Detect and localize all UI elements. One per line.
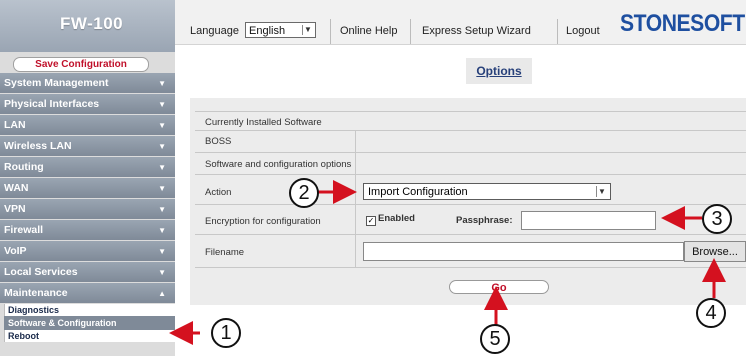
sidebar-item-label: Routing (4, 161, 44, 173)
section-title: Currently Installed Software (205, 117, 322, 128)
chevron-down-icon: ▼ (158, 226, 166, 235)
action-label: Action (205, 187, 232, 198)
divider (195, 267, 746, 268)
sidebar-item-system-management[interactable]: System Management ▼ (0, 73, 175, 93)
encryption-label: Encryption for configuration (205, 216, 321, 227)
tab-options[interactable]: Options (466, 58, 532, 84)
callout-3: 3 (702, 204, 732, 234)
chevron-down-icon: ▼ (158, 100, 166, 109)
chevron-down-icon: ▼ (158, 142, 166, 151)
sidebar-item-label: WAN (4, 182, 29, 194)
sidebar-item-voip[interactable]: VoIP ▼ (0, 241, 175, 261)
divider (195, 234, 746, 235)
passphrase-label: Passphrase: (456, 215, 513, 226)
divider (195, 204, 746, 205)
callout-1: 1 (211, 318, 241, 348)
sidebar-subitem-reboot[interactable]: Reboot (4, 330, 175, 342)
sidebar-item-firewall[interactable]: Firewall ▼ (0, 220, 175, 240)
chevron-down-icon: ▼ (596, 186, 607, 197)
sidebar-subitem-diagnostics[interactable]: Diagnostics (4, 304, 175, 316)
action-value: Import Configuration (368, 186, 468, 198)
encryption-enabled-checkbox[interactable]: ✓ (366, 216, 376, 226)
sidebar-menu: System Management ▼ Physical Interfaces ▼ … (0, 73, 175, 342)
sidebar-item-label: VPN (4, 203, 26, 215)
product-name: FW-100 (60, 14, 124, 33)
language-select[interactable]: English ▼ (245, 22, 316, 38)
sidebar-item-physical-interfaces[interactable]: Physical Interfaces ▼ (0, 94, 175, 114)
sidebar-item-label: Wireless LAN (4, 140, 72, 152)
enabled-label: Enabled (378, 213, 415, 224)
filename-label: Filename (205, 247, 245, 258)
passphrase-input[interactable] (521, 211, 656, 230)
chevron-down-icon: ▼ (158, 163, 166, 172)
section-title: Software and configuration options (205, 159, 352, 170)
chevron-down-icon: ▼ (158, 247, 166, 256)
divider (410, 19, 411, 44)
divider (195, 130, 746, 131)
chevron-down-icon: ▼ (158, 205, 166, 214)
chevron-down-icon: ▼ (158, 184, 166, 193)
sidebar-item-vpn[interactable]: VPN ▼ (0, 199, 175, 219)
stonesoft-logo: STONESOFT (620, 10, 745, 37)
language-value: English (249, 25, 286, 37)
sidebar: FW-100 Save Configuration System Managem… (0, 0, 175, 356)
sidebar-item-routing[interactable]: Routing ▼ (0, 157, 175, 177)
language-label: Language (190, 25, 239, 37)
sidebar-item-wan[interactable]: WAN ▼ (0, 178, 175, 198)
sidebar-item-lan[interactable]: LAN ▼ (0, 115, 175, 135)
divider (557, 19, 558, 44)
express-setup-wizard-link[interactable]: Express Setup Wizard (422, 22, 531, 40)
sidebar-item-label: Firewall (4, 224, 44, 236)
sidebar-item-label: Physical Interfaces (4, 98, 100, 110)
sidebar-item-label: LAN (4, 119, 26, 131)
action-select[interactable]: Import Configuration ▼ (363, 183, 611, 200)
column-divider (355, 130, 356, 267)
filename-input[interactable] (363, 242, 684, 261)
chevron-down-icon: ▼ (302, 25, 313, 35)
sidebar-item-maintenance[interactable]: Maintenance ▲ (0, 283, 175, 303)
callout-5: 5 (480, 324, 510, 354)
sidebar-item-label: Local Services (4, 266, 78, 278)
browse-button[interactable]: Browse... (684, 241, 746, 262)
sidebar-item-label: VoIP (4, 245, 27, 257)
go-button[interactable]: Go (449, 280, 549, 294)
callout-4: 4 (696, 298, 726, 328)
divider (195, 174, 746, 175)
sidebar-item-label: Maintenance (4, 287, 68, 299)
chevron-up-icon: ▲ (158, 289, 166, 298)
chevron-down-icon: ▼ (158, 268, 166, 277)
sidebar-item-local-services[interactable]: Local Services ▼ (0, 262, 175, 282)
boss-label: BOSS (205, 136, 232, 147)
brand-header: FW-100 (0, 0, 175, 52)
sidebar-item-label: System Management (4, 77, 109, 89)
chevron-down-icon: ▼ (158, 79, 166, 88)
sidebar-item-wireless-lan[interactable]: Wireless LAN ▼ (0, 136, 175, 156)
divider (330, 19, 331, 44)
divider (195, 152, 746, 153)
logout-link[interactable]: Logout (566, 22, 600, 40)
chevron-down-icon: ▼ (158, 121, 166, 130)
save-configuration-button[interactable]: Save Configuration (13, 57, 149, 72)
divider (195, 111, 746, 112)
callout-2: 2 (289, 178, 319, 208)
sidebar-subitem-software-configuration[interactable]: Software & Configuration (4, 316, 175, 330)
online-help-link[interactable]: Online Help (340, 22, 397, 40)
